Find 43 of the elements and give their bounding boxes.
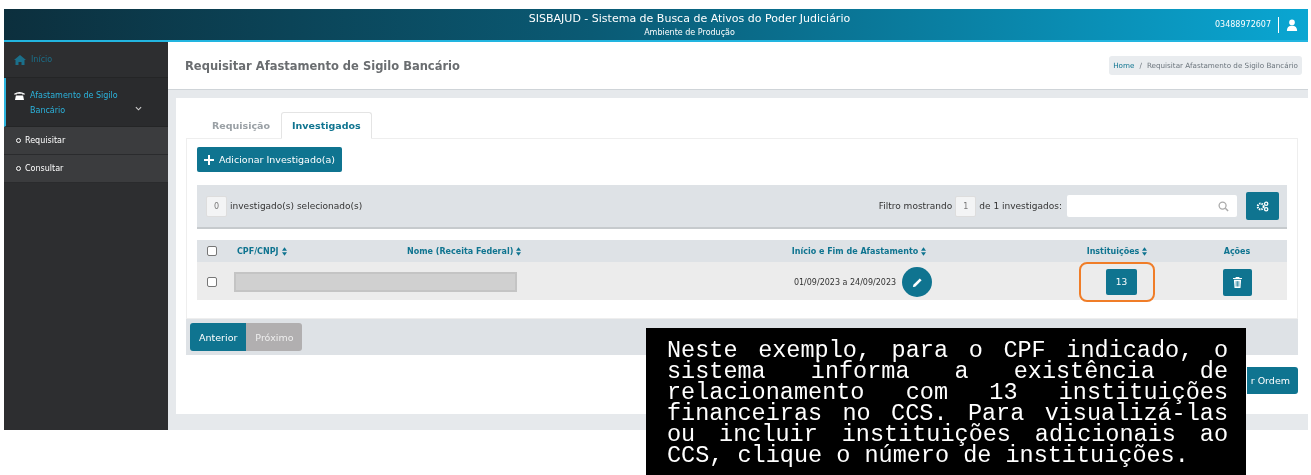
gears-icon bbox=[1256, 200, 1269, 212]
filter-label: Filtro mostrando bbox=[878, 201, 953, 211]
sidebar-subitem[interactable]: Requisitar bbox=[4, 127, 168, 155]
page-title: Requisitar Afastamento de Sigilo Bancário bbox=[185, 58, 460, 73]
settings-button[interactable] bbox=[1246, 192, 1279, 220]
sort-icon bbox=[921, 246, 927, 256]
user-id: 03488972607 bbox=[1215, 20, 1271, 29]
column-header[interactable]: Instituições bbox=[1047, 246, 1187, 256]
plus-icon bbox=[204, 154, 214, 165]
sidebar-subitem[interactable]: Consultar bbox=[4, 155, 168, 183]
selected-label: investigado(s) selecionado(s) bbox=[230, 201, 363, 211]
search-field[interactable] bbox=[1067, 195, 1237, 217]
order-button[interactable]: r Ordem bbox=[1246, 367, 1298, 394]
add-investigated-button[interactable]: Adicionar Investigado(a) bbox=[197, 147, 342, 172]
column-header[interactable]: Nome (Receita Federal) bbox=[395, 246, 671, 256]
search-icon bbox=[1218, 200, 1229, 212]
delete-button[interactable] bbox=[1222, 268, 1252, 296]
selected-count: 0 bbox=[206, 195, 228, 217]
institutions-count-button[interactable]: 13 bbox=[1106, 269, 1137, 295]
user-icon[interactable] bbox=[1286, 18, 1298, 31]
tab[interactable]: Requisição bbox=[201, 112, 282, 139]
period-cell: 01/09/2023 a 24/09/2023 bbox=[793, 277, 897, 287]
sort-icon bbox=[516, 246, 522, 256]
sort-icon bbox=[1142, 246, 1148, 256]
app-title: SISBAJUD - Sistema de Busca de Ativos do Poder Judiciário bbox=[528, 12, 851, 25]
pencil-icon bbox=[911, 276, 923, 288]
filter-total-label: de 1 investigados: bbox=[979, 201, 1062, 211]
filter-count: 1 bbox=[955, 195, 977, 217]
phone-icon bbox=[14, 91, 25, 100]
select-all-checkbox[interactable] bbox=[207, 246, 217, 256]
home-icon bbox=[14, 55, 26, 65]
column-header[interactable]: Início e Fim de Afastamento bbox=[671, 246, 1047, 256]
tab[interactable]: Investigados bbox=[281, 112, 372, 139]
callout-note: Neste exemplo, para o CPF indicado, o sistema informa a existência de relacionamento com 13 instituições financeiras no CCS. Para visualizá-las ou incluir instituições adicionais ao CCS, clique o número de instituições. bbox=[646, 328, 1246, 475]
sidebar-item[interactable]: Afastamento de Sigilo Bancário bbox=[4, 78, 168, 127]
trash-icon bbox=[1232, 276, 1242, 288]
edit-button[interactable] bbox=[902, 267, 933, 297]
column-header[interactable]: CPF/CNPJ bbox=[225, 246, 395, 256]
sort-icon bbox=[281, 246, 287, 256]
row-checkbox[interactable] bbox=[207, 277, 217, 287]
column-header: Ações bbox=[1222, 246, 1252, 256]
environment-label: Ambiente de Produção bbox=[644, 28, 735, 37]
pagination-button[interactable]: Anterior bbox=[190, 323, 247, 351]
